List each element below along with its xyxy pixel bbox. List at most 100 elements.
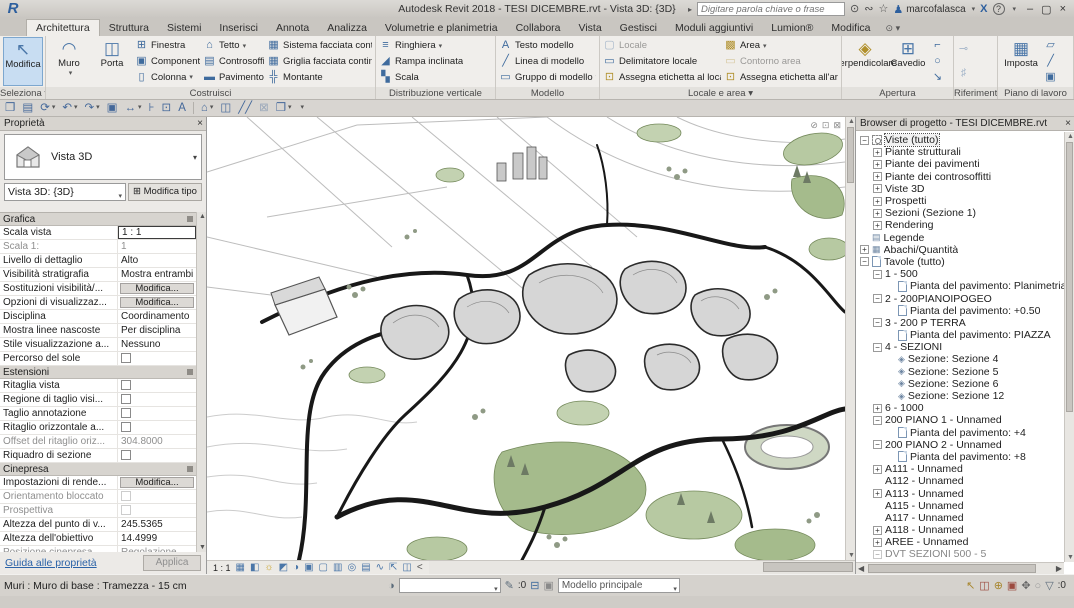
tree-item[interactable]: A115 - Unnamed xyxy=(856,500,1064,512)
close-button[interactable]: × xyxy=(1060,3,1066,16)
tab-collabora[interactable]: Collabora xyxy=(507,20,570,36)
griglia-facciata-continua-button[interactable]: ▦Griglia facciata continua xyxy=(267,54,372,70)
properties-close-icon[interactable]: × xyxy=(197,117,203,131)
browser-vertical-scrollbar[interactable]: ▲ ▼ xyxy=(1064,132,1074,562)
select-by-face-icon[interactable]: ▣ xyxy=(1007,579,1017,592)
scala-button[interactable]: ▚Scala xyxy=(379,69,463,85)
select-underlay-icon[interactable]: ◫ xyxy=(979,579,989,592)
minimize-button[interactable]: – xyxy=(1027,3,1033,16)
property-value[interactable] xyxy=(118,449,196,462)
tree-item[interactable]: ◈Sezione: Sezione 5 xyxy=(856,366,1064,378)
expander-icon[interactable]: − xyxy=(873,416,882,425)
dropdown-icon[interactable]: ▾ xyxy=(439,42,443,50)
expander-icon[interactable]: − xyxy=(873,440,882,449)
tree-item[interactable]: +Prospetti xyxy=(856,195,1064,207)
view-close-icon[interactable]: ⊠ xyxy=(833,120,841,131)
expander-icon[interactable]: + xyxy=(873,160,882,169)
rampa-inclinata-button[interactable]: ◢Rampa inclinata xyxy=(379,54,463,70)
text-icon[interactable]: A xyxy=(178,100,186,116)
tab-modifica[interactable]: Modifica xyxy=(822,20,879,36)
view-restore-icon[interactable]: ⊡ xyxy=(822,120,830,131)
property-value[interactable]: Per disciplina xyxy=(118,324,196,337)
canvas-horizontal-scrollbar[interactable] xyxy=(429,560,855,574)
expander-icon[interactable]: + xyxy=(873,184,882,193)
worksharing-display-icon[interactable]: ◫ xyxy=(402,561,411,574)
montante-button[interactable]: ╬Montante xyxy=(267,69,372,85)
tree-item[interactable]: ◈Sezione: Sezione 6 xyxy=(856,378,1064,390)
tab-annota[interactable]: Annota xyxy=(267,20,318,36)
expander-icon[interactable]: − xyxy=(873,550,882,559)
checkbox[interactable] xyxy=(121,408,131,418)
tree-item[interactable]: +Sezioni (Sezione 1) xyxy=(856,207,1064,219)
temporary-view-properties-icon[interactable]: ▤ xyxy=(361,561,370,574)
ringhiera-button[interactable]: ≡Ringhiera▾ xyxy=(379,38,463,54)
switch-windows-icon[interactable]: ❐▾ xyxy=(276,100,292,116)
restore-button[interactable]: ▢ xyxy=(1041,3,1051,16)
tab-gestisci[interactable]: Gestisci xyxy=(611,20,666,36)
save-icon[interactable]: ▤ xyxy=(22,100,33,116)
expander-icon[interactable]: − xyxy=(860,136,869,145)
dropdown-icon[interactable]: ▾ xyxy=(96,100,100,116)
tab-moduli-aggiuntivi[interactable]: Moduli aggiuntivi xyxy=(666,20,762,36)
undo-icon[interactable]: ↶▾ xyxy=(62,100,77,116)
tree-item[interactable]: −4 - SEZIONI xyxy=(856,341,1064,353)
expander-icon[interactable]: + xyxy=(873,148,882,157)
property-value[interactable]: Modifica... xyxy=(118,476,196,489)
analytical-model-icon[interactable]: ∿ xyxy=(376,561,384,574)
tree-item[interactable]: +AREE - Unnamed xyxy=(856,536,1064,548)
tree-item[interactable]: A117 - Unnamed xyxy=(856,512,1064,524)
view-minimize-icon[interactable]: ⊘ xyxy=(810,120,818,131)
tree-item[interactable]: +Piante dei controsoffitti xyxy=(856,171,1064,183)
ribbon-options-icon[interactable]: ⊙ ▾ xyxy=(886,23,901,36)
property-section-grafica[interactable]: Grafica xyxy=(0,213,196,226)
canvas-vertical-scrollbar[interactable]: ▲▼ xyxy=(845,117,855,560)
active-only-icon[interactable]: ▣ xyxy=(543,579,553,592)
tree-item[interactable]: +6 - 1000 xyxy=(856,402,1064,414)
pavimento-button[interactable]: ▬Pavimento▾ xyxy=(203,69,264,85)
componente-button[interactable]: ▣Componente▾ xyxy=(135,54,200,70)
tab-analizza[interactable]: Analizza xyxy=(318,20,376,36)
revit-logo[interactable]: R xyxy=(0,0,26,18)
property-value[interactable]: 245.5365 xyxy=(118,518,196,531)
reveal-hidden-icon[interactable]: ◎ xyxy=(347,561,356,574)
muro-button[interactable]: ◠Muro▾ xyxy=(49,37,89,86)
expander-icon[interactable]: − xyxy=(873,318,882,327)
collapse-view-bar-icon[interactable]: < xyxy=(417,561,423,574)
tag-by-category-icon[interactable]: ⊡ xyxy=(162,100,172,116)
modifica-button[interactable]: ↖Modifica xyxy=(3,37,43,86)
select-pinned-icon[interactable]: ⊕ xyxy=(994,579,1003,592)
tab-lumion-[interactable]: Lumion® xyxy=(762,20,822,36)
tree-item[interactable]: +A111 - Unnamed xyxy=(856,463,1064,475)
tab-sistemi[interactable]: Sistemi xyxy=(158,20,210,36)
show-workplane-icon-button[interactable]: ▱ xyxy=(1044,38,1060,54)
tree-item[interactable]: +▦Abachi/Quantità xyxy=(856,244,1064,256)
shadows-icon[interactable]: ◩ xyxy=(279,561,288,574)
customize-qat-icon[interactable]: ▾ xyxy=(299,100,305,116)
tree-item[interactable]: Pianta del pavimento: +8 xyxy=(856,451,1064,463)
delimitatore-locale-button[interactable]: ▭Delimitatore locale xyxy=(603,54,721,70)
apply-button[interactable]: Applica xyxy=(143,555,201,571)
property-value[interactable] xyxy=(118,352,196,365)
finestra-button[interactable]: ⊞Finestra xyxy=(135,38,200,54)
tree-item[interactable]: +Viste 3D xyxy=(856,183,1064,195)
drag-on-selection-icon[interactable]: ✥ xyxy=(1021,579,1030,592)
expander-icon[interactable]: + xyxy=(873,209,882,218)
property-value[interactable] xyxy=(118,407,196,420)
browser-horizontal-scrollbar[interactable]: ◀▶ xyxy=(856,562,1064,574)
property-section-estensioni[interactable]: Estensioni xyxy=(0,366,196,379)
tree-item[interactable]: +A113 - Unnamed xyxy=(856,487,1064,499)
tetto-button[interactable]: ⌂Tetto▾ xyxy=(203,38,264,54)
gruppo-di-modello-button[interactable]: ▭Gruppo di modello▾ xyxy=(499,69,596,85)
worksets-icon[interactable]: ◑ xyxy=(388,580,395,592)
properties-scrollbar[interactable]: ▲▼ xyxy=(196,212,206,552)
dropdown-icon[interactable]: ▾ xyxy=(138,100,142,116)
perpendicolare-button[interactable]: ◈Perpendicolare xyxy=(845,37,885,86)
property-value[interactable] xyxy=(118,421,196,434)
testo-modello-button[interactable]: ATesto modello xyxy=(499,38,596,54)
tree-item[interactable]: Pianta del pavimento: +0.50 xyxy=(856,305,1064,317)
property-value[interactable]: Alto xyxy=(118,254,196,267)
tab-struttura[interactable]: Struttura xyxy=(100,20,158,36)
property-value[interactable]: Nessuno xyxy=(118,338,196,351)
porta-button[interactable]: ◫Porta xyxy=(92,37,132,86)
expander-icon[interactable]: + xyxy=(873,172,882,181)
